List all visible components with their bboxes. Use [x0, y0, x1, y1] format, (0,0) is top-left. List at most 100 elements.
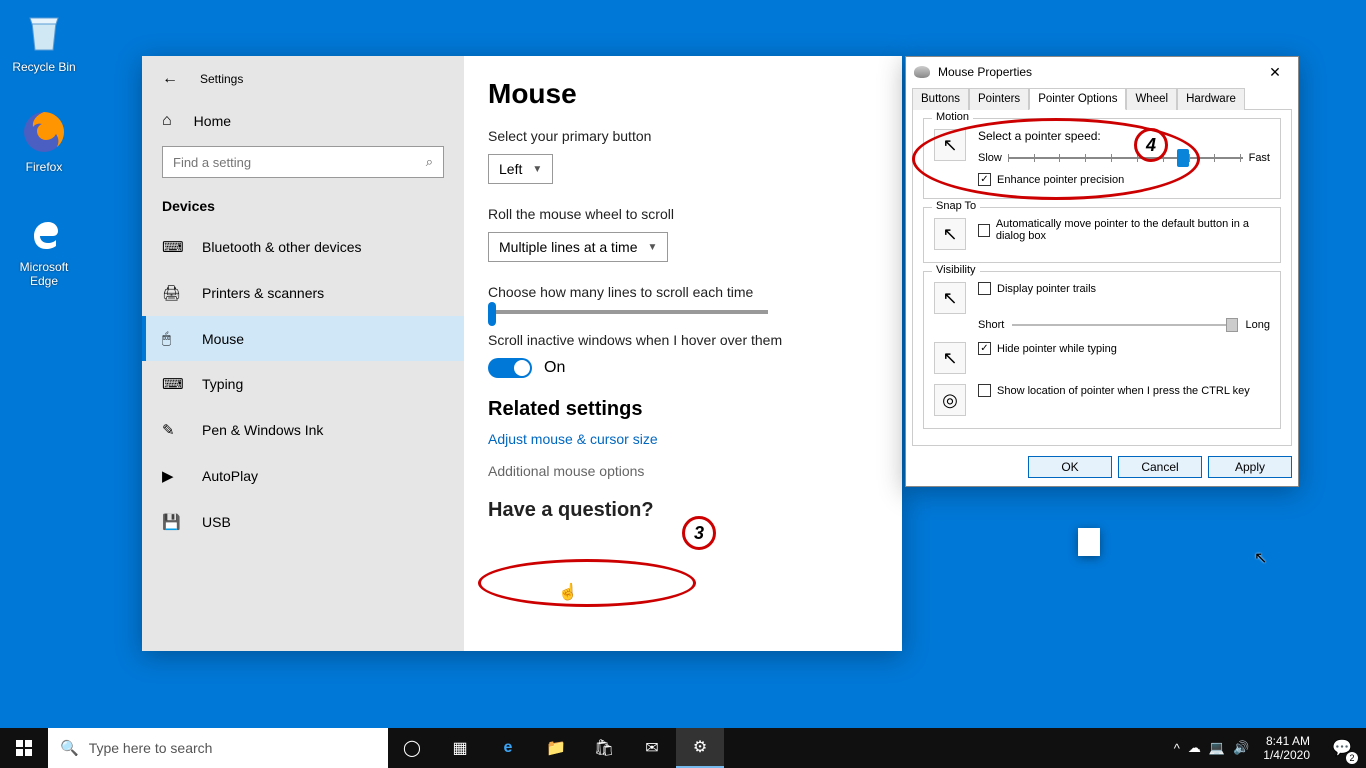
- dialog-titlebar[interactable]: Mouse Properties ✕: [906, 57, 1298, 87]
- checkbox-enhance-precision[interactable]: ✓: [978, 173, 991, 186]
- checkbox-pointer-trails[interactable]: [978, 282, 991, 295]
- toggle-knob: [514, 360, 530, 376]
- taskbar-settings[interactable]: ⚙: [676, 728, 724, 768]
- gear-icon: ⚙: [693, 737, 707, 757]
- taskbar-store[interactable]: 🛍: [580, 728, 628, 768]
- taskbar-search[interactable]: 🔍 Type here to search: [48, 728, 388, 768]
- lines-scroll-label: Choose how many lines to scroll each tim…: [488, 284, 902, 300]
- pointer-speed-slider[interactable]: [1008, 149, 1243, 167]
- taskbar-task-view[interactable]: ▦: [436, 728, 484, 768]
- usb-icon: 💾: [162, 513, 180, 531]
- settings-search-input[interactable]: [173, 155, 426, 170]
- taskbar-file-explorer[interactable]: 📁: [532, 728, 580, 768]
- tab-pointers[interactable]: Pointers: [969, 88, 1029, 110]
- cancel-button[interactable]: Cancel: [1118, 456, 1202, 478]
- tray-chevron-icon[interactable]: ^: [1174, 741, 1180, 756]
- tray-network-icon[interactable]: 💻: [1209, 740, 1225, 756]
- mouse-properties-dialog: Mouse Properties ✕ Buttons Pointers Poin…: [905, 56, 1299, 487]
- group-motion: Motion ↖ Select a pointer speed: Slow Fa…: [923, 118, 1281, 199]
- group-title-visibility: Visibility: [932, 264, 980, 276]
- clock-time: 8:41 AM: [1263, 734, 1310, 748]
- tray-onedrive-icon[interactable]: ☁: [1188, 740, 1201, 756]
- sidebar-section-header: Devices: [142, 188, 464, 224]
- sidebar-item-label: Printers & scanners: [202, 285, 324, 301]
- sidebar-item-pen[interactable]: ✎Pen & Windows Ink: [142, 407, 464, 453]
- wheel-scroll-label: Roll the mouse wheel to scroll: [488, 206, 902, 222]
- dropdown-value: Left: [499, 161, 522, 177]
- inactive-scroll-toggle[interactable]: [488, 358, 532, 378]
- sidebar-item-autoplay[interactable]: ▶AutoPlay: [142, 453, 464, 499]
- taskbar-cortana[interactable]: ◯: [388, 728, 436, 768]
- trails-slider-thumb[interactable]: [1226, 318, 1238, 332]
- ok-button[interactable]: OK: [1028, 456, 1112, 478]
- page-title: Mouse: [488, 78, 902, 110]
- checkbox-hide-typing[interactable]: ✓: [978, 342, 991, 355]
- tab-pointer-options[interactable]: Pointer Options: [1029, 88, 1126, 110]
- dialog-tabs: Buttons Pointers Pointer Options Wheel H…: [906, 87, 1298, 109]
- slider-thumb[interactable]: [488, 302, 496, 326]
- desktop-icon-firefox[interactable]: Firefox: [6, 108, 82, 174]
- link-additional-mouse-options[interactable]: Additional mouse options: [488, 463, 902, 479]
- ctrl-locate-label: Show location of pointer when I press th…: [997, 385, 1250, 397]
- sidebar-item-usb[interactable]: 💾USB: [142, 499, 464, 545]
- store-icon: 🛍: [594, 738, 614, 758]
- tray-volume-icon[interactable]: 🔊: [1233, 740, 1249, 756]
- sidebar-item-printers[interactable]: 🖨Printers & scanners: [142, 270, 464, 316]
- settings-main: Mouse Select your primary button Left ▼ …: [464, 56, 902, 651]
- start-button[interactable]: [0, 728, 48, 768]
- desktop-icon-edge[interactable]: Microsoft Edge: [6, 208, 82, 288]
- motion-cursor-icon: ↖: [934, 129, 966, 161]
- taskbar-clock[interactable]: 8:41 AM 1/4/2020: [1255, 734, 1318, 762]
- mouse-icon: 🖱: [162, 330, 180, 347]
- snap-to-label: Automatically move pointer to the defaul…: [996, 218, 1270, 242]
- wheel-scroll-dropdown[interactable]: Multiple lines at a time ▼: [488, 232, 668, 262]
- desktop-icon-recycle-bin[interactable]: Recycle Bin: [6, 8, 82, 74]
- edge-icon: e: [504, 739, 513, 757]
- tab-hardware[interactable]: Hardware: [1177, 88, 1245, 110]
- sidebar-item-bluetooth[interactable]: ⌨Bluetooth & other devices: [142, 224, 464, 270]
- sidebar-item-mouse[interactable]: 🖱Mouse: [142, 316, 464, 361]
- inactive-scroll-label: Scroll inactive windows when I hover ove…: [488, 332, 902, 348]
- close-button[interactable]: ✕: [1260, 64, 1290, 81]
- settings-search[interactable]: ⌕: [162, 146, 444, 178]
- group-title-motion: Motion: [932, 111, 973, 123]
- background-window: [1078, 528, 1100, 556]
- link-adjust-cursor-size[interactable]: Adjust mouse & cursor size: [488, 431, 902, 447]
- tab-buttons[interactable]: Buttons: [912, 88, 969, 110]
- hide-typing-label: Hide pointer while typing: [997, 343, 1117, 355]
- back-button[interactable]: ←: [162, 70, 178, 88]
- trails-long-label: Long: [1246, 319, 1270, 331]
- sidebar-item-label: Pen & Windows Ink: [202, 422, 323, 438]
- taskbar-notifications[interactable]: 💬 2: [1318, 728, 1366, 768]
- sidebar-home-label: Home: [194, 113, 231, 129]
- sidebar-item-label: Typing: [202, 376, 243, 392]
- sidebar-home[interactable]: ⌂ Home: [142, 102, 464, 140]
- settings-sidebar: ← Settings ⌂ Home ⌕ Devices ⌨Bluetooth &…: [142, 56, 464, 651]
- taskbar-mail[interactable]: ✉: [628, 728, 676, 768]
- apply-button[interactable]: Apply: [1208, 456, 1292, 478]
- sidebar-item-label: Bluetooth & other devices: [202, 239, 362, 255]
- hide-cursor-icon: ↖: [934, 342, 966, 374]
- pointer-trails-label: Display pointer trails: [997, 283, 1096, 295]
- checkbox-ctrl-locate[interactable]: [978, 384, 991, 397]
- speed-slider-thumb[interactable]: [1177, 149, 1189, 167]
- dropdown-value: Multiple lines at a time: [499, 239, 638, 255]
- pointer-speed-label: Select a pointer speed:: [978, 129, 1270, 143]
- lines-scroll-slider[interactable]: [488, 310, 768, 314]
- sidebar-item-typing[interactable]: ⌨Typing: [142, 361, 464, 407]
- related-settings-header: Related settings: [488, 398, 902, 421]
- desktop-icon-label: Microsoft Edge: [6, 260, 82, 288]
- ctrl-locate-icon: ◎: [934, 384, 966, 416]
- mail-icon: ✉: [645, 738, 658, 758]
- pointer-trails-slider[interactable]: [1012, 318, 1237, 332]
- home-icon: ⌂: [162, 112, 172, 130]
- primary-button-dropdown[interactable]: Left ▼: [488, 154, 553, 184]
- checkbox-snap-to[interactable]: [978, 224, 990, 237]
- primary-button-label: Select your primary button: [488, 128, 902, 144]
- mouse-dialog-icon: [914, 66, 930, 78]
- tab-wheel[interactable]: Wheel: [1126, 88, 1177, 110]
- system-tray[interactable]: ^ ☁ 💻 🔊: [1168, 740, 1255, 756]
- taskbar-edge[interactable]: e: [484, 728, 532, 768]
- firefox-icon: [20, 108, 68, 156]
- search-icon: ⌕: [426, 154, 433, 170]
